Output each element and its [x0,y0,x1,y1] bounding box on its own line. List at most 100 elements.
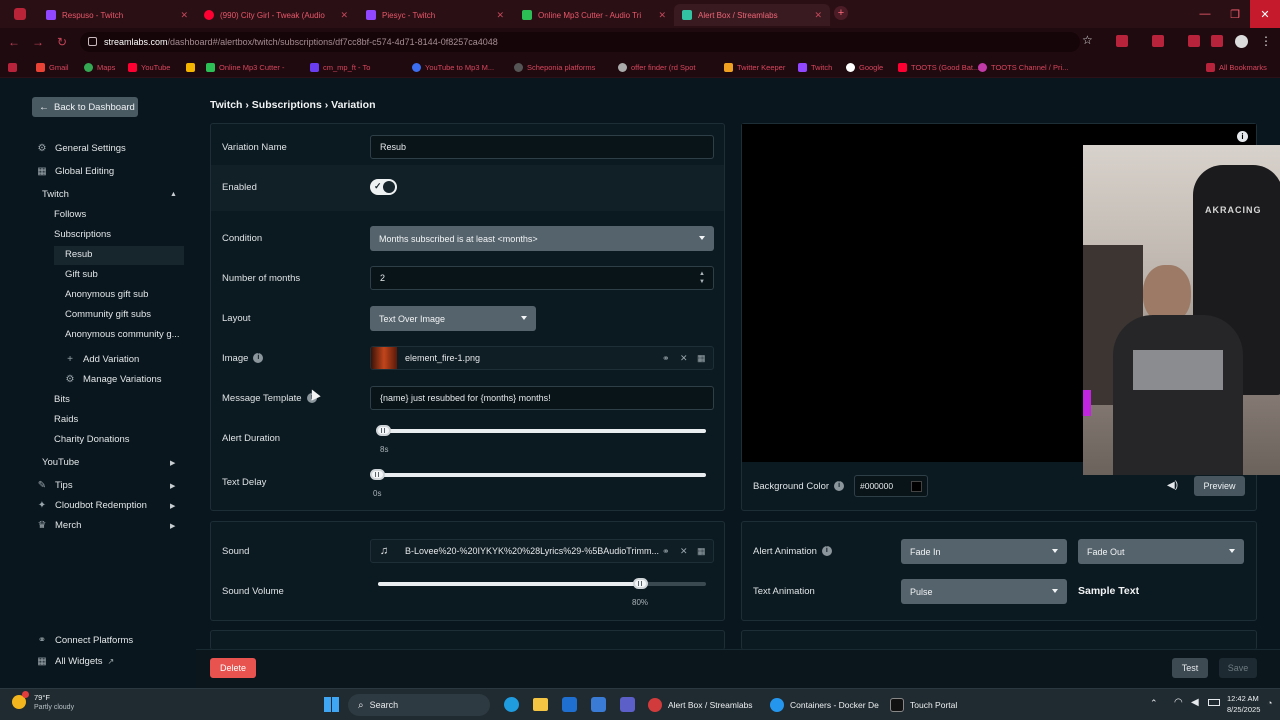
enabled-toggle[interactable]: ✓ [370,179,397,195]
browser-tab[interactable]: Respuso - Twitch ✕ [38,4,196,26]
browser-tab[interactable]: Online Mp3 Cutter - Audio Tri ✕ [514,4,674,26]
teams-icon[interactable] [620,697,635,712]
sidebar-item-gift-sub[interactable]: Gift sub [65,269,98,280]
browser-menu-kebab-icon[interactable]: ⋮ [1260,34,1272,48]
taskbar-app-docker[interactable]: Containers - Docker De [770,694,879,716]
sound-volume-slider[interactable] [633,578,648,589]
bookmark-item[interactable]: Scheponia platforms [514,60,595,74]
minimize-button[interactable]: — [1190,0,1220,28]
extension-icon[interactable] [1116,35,1128,47]
close-icon[interactable]: ✕ [340,10,348,21]
sidebar-item-bits[interactable]: Bits [54,394,70,405]
sidebar-item-youtube[interactable]: YouTube ▶ [42,457,182,468]
sidebar-item-all-widgets[interactable]: ▦ All Widgets ↗ [37,656,114,667]
download-icon[interactable] [1188,35,1200,47]
speaker-icon[interactable]: ◀ [1191,697,1199,708]
sidebar-item-raids[interactable]: Raids [54,414,78,425]
message-template-input[interactable]: {name} just resubbed for {months} months… [370,386,714,410]
bookmark-item[interactable]: Online Mp3 Cutter - [206,60,284,74]
url-input[interactable]: streamlabs.com/dashboard#/alertbox/twitc… [80,32,1080,52]
browser-tab[interactable]: (990) City Girl - Tweak (Audio ✕ [196,4,356,26]
taskbar-app-touch-portal[interactable]: Touch Portal [890,694,957,716]
sidebar-item-subscriptions[interactable]: Subscriptions [54,229,111,240]
sidebar-item-cloudbot-redemption[interactable]: ✦ Cloudbot Redemption ▶ [37,500,182,511]
close-icon[interactable]: ✕ [680,546,688,557]
extensions-puzzle-icon[interactable] [1211,35,1223,47]
clock-date[interactable]: 8/25/2025 [1227,705,1260,714]
site-info-icon[interactable] [88,37,97,46]
extension-icon[interactable] [1152,35,1164,47]
profile-avatar[interactable] [1235,35,1248,48]
battery-icon[interactable] [1208,699,1220,706]
sidebar-item-global-editing[interactable]: ▦ Global Editing [37,166,114,177]
bookmark-item[interactable]: TOOTS (Good Bat... [898,60,979,74]
layout-select[interactable]: Text Over Image [370,306,536,331]
preview-button[interactable]: Preview [1194,476,1245,496]
bookmark-item[interactable]: YouTube to Mp3 M... [412,60,494,74]
apps-grid-icon[interactable] [8,60,21,74]
sidebar-item-tips[interactable]: ✎ Tips ▶ [37,480,182,491]
bookmark-item[interactable]: cm_mp_ft - To [310,60,370,74]
window-close-button[interactable]: ✕ [1250,0,1280,28]
sidebar-item-manage-variations[interactable]: ⚙ Manage Variations [65,374,162,385]
chevron-up-icon[interactable]: ⌃ [1150,698,1158,709]
alert-animation-in-select[interactable]: Fade In [901,539,1067,564]
text-animation-select[interactable]: Pulse [901,579,1067,604]
alert-animation-out-select[interactable]: Fade Out [1078,539,1244,564]
close-icon[interactable]: ✕ [496,10,504,21]
maximize-button[interactable]: ❐ [1220,0,1250,28]
sidebar-item-community-gift-subs[interactable]: Community gift subs [65,309,151,320]
sidebar-item-resub[interactable]: Resub [65,249,92,260]
notification-bell-icon[interactable]: ◔ [1267,698,1272,708]
bookmark-item[interactable]: Gmail [36,60,69,74]
sidebar-item-add-variation[interactable]: + Add Variation [65,354,139,365]
sidebar-item-general-settings[interactable]: ⚙ General Settings [37,143,126,154]
taskbar-app-streamlabs[interactable]: Alert Box / Streamlabs [648,694,753,716]
forward-arrow-icon[interactable]: → [30,34,46,50]
background-color-input[interactable]: #000000 [854,475,928,497]
bookmark-star-icon[interactable]: ☆ [1082,33,1093,47]
reload-icon[interactable]: ↻ [54,34,70,50]
bookmark-item[interactable]: Twitch [798,60,832,74]
taskbar-search[interactable]: ⌕ Search [348,694,490,716]
close-icon[interactable]: ✕ [814,10,822,21]
store-icon[interactable] [591,697,606,712]
new-tab-button[interactable]: + [834,6,848,20]
save-button[interactable]: Save [1219,658,1257,678]
link-icon[interactable]: ⚭ [662,353,670,364]
bookmark-item[interactable] [186,60,199,74]
sidebar-item-connect-platforms[interactable]: ⚭ Connect Platforms [37,635,133,646]
delete-button[interactable]: Delete [210,658,256,678]
test-button[interactable]: Test [1172,658,1208,678]
gallery-grid-icon[interactable]: ▦ [697,546,706,557]
variation-name-input[interactable]: Resub [370,135,714,159]
sidebar-item-merch[interactable]: ♛ Merch ▶ [37,520,182,531]
outlook-icon[interactable] [562,697,577,712]
wifi-icon[interactable]: ◠ [1174,697,1183,708]
close-icon[interactable]: ✕ [680,353,688,364]
gallery-grid-icon[interactable]: ▦ [697,353,706,364]
browser-tab[interactable]: Piesyc - Twitch ✕ [358,4,512,26]
browser-menu-icon[interactable] [14,8,26,20]
back-to-dashboard-button[interactable]: ← Back to Dashboard [32,97,138,117]
clock-time[interactable]: 12:42 AM [1227,694,1259,703]
bookmark-item[interactable]: TOOTS Channel / Pri... [978,60,1068,74]
alert-duration-slider[interactable] [376,425,391,436]
info-icon[interactable]: i [253,353,264,364]
close-icon[interactable]: ✕ [180,10,188,21]
number-of-months-input[interactable]: 2 ▲ ▼ [370,266,714,290]
info-icon[interactable]: i [834,481,845,492]
bookmark-item[interactable]: YouTube [128,60,170,74]
text-delay-track[interactable] [378,473,706,477]
condition-select[interactable]: Months subscribed is at least <months> [370,226,714,251]
windows-start-icon[interactable] [324,697,339,712]
close-icon[interactable]: ✕ [658,10,666,21]
bookmark-item[interactable]: offer finder (rd Spot [618,60,695,74]
browser-tab-active[interactable]: Alert Box / Streamlabs ✕ [674,4,830,26]
info-icon[interactable]: i [821,546,832,557]
sidebar-item-twitch[interactable]: Twitch ▲ [42,189,182,200]
sidebar-item-charity-donations[interactable]: Charity Donations [54,434,130,445]
bookmark-item[interactable]: Maps [84,60,115,74]
bookmark-item[interactable]: Google [846,60,883,74]
color-swatch[interactable] [911,481,922,492]
